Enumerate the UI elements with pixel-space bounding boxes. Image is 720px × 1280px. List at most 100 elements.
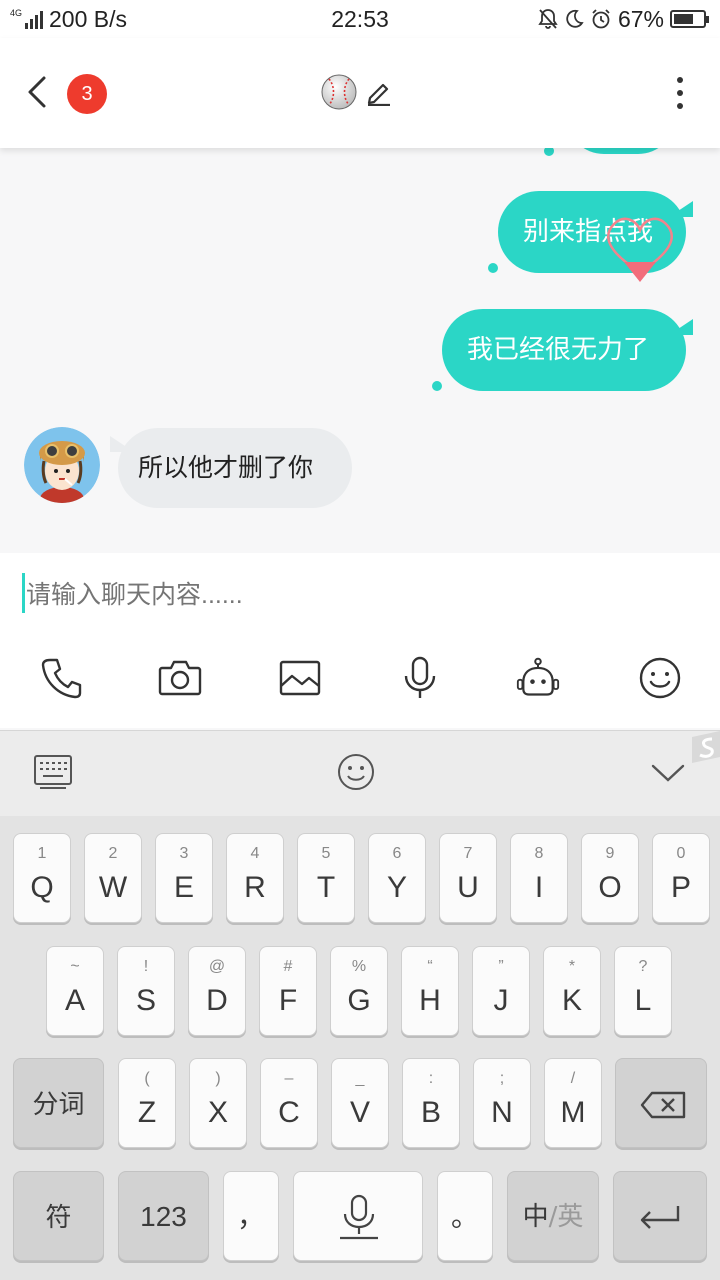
bell-muted-icon [538, 9, 558, 29]
emoji-icon[interactable] [337, 753, 375, 791]
key-secondary-label: 6 [392, 845, 402, 862]
key-secondary-label: 5 [321, 845, 331, 862]
key-secondary-label: ? [638, 958, 648, 975]
key-label: 123 [140, 1201, 187, 1232]
key-o[interactable]: 9O [581, 833, 639, 923]
key-c[interactable]: – C [260, 1058, 318, 1148]
key-label: Z [137, 1096, 157, 1129]
back-icon[interactable] [22, 72, 52, 112]
key-h[interactable]: “H [401, 946, 459, 1036]
key-f[interactable]: # F [259, 946, 317, 1036]
key-x[interactable]: ) X [189, 1058, 247, 1148]
status-bar: 4G 200 B/s 22:53 67% [0, 0, 720, 38]
key-secondary-label: 0 [676, 845, 686, 862]
key-r[interactable]: 4R [226, 833, 284, 923]
key-secondary-label: ~ [70, 958, 80, 975]
key-secondary-label: 8 [534, 845, 544, 862]
camera-icon[interactable] [158, 656, 202, 700]
composer [0, 553, 720, 728]
key-a[interactable]: ~ A [46, 946, 104, 1036]
keyboard-toolbar [0, 730, 720, 816]
key-label: L [634, 984, 652, 1017]
keyboard-icon[interactable] [34, 755, 72, 789]
key-secondary-label: ( [144, 1070, 150, 1087]
edit-icon[interactable] [365, 78, 393, 106]
key-g[interactable]: % G [330, 946, 388, 1036]
symbols-key[interactable]: 符 [13, 1171, 104, 1261]
key-label: U [457, 871, 479, 904]
sent-dot [432, 381, 442, 391]
key-label: X [207, 1096, 228, 1129]
numbers-key[interactable]: 123 [118, 1171, 209, 1261]
message-list[interactable]: 别来指点我 我已经很无力了 所以他才删了你 [0, 148, 720, 553]
key-secondary-label: # [283, 958, 293, 975]
baseball-icon[interactable] [321, 74, 357, 110]
key-secondary-label: @ [208, 958, 226, 975]
key-m[interactable]: / M [544, 1058, 602, 1148]
emoji-icon[interactable] [638, 656, 682, 700]
key-secondary-label: : [428, 1070, 434, 1087]
key-y[interactable]: 6Y [368, 833, 426, 923]
battery-level [674, 14, 693, 24]
key-label: M [560, 1096, 586, 1129]
period-key[interactable]: 。 [437, 1171, 493, 1261]
microphone-icon[interactable] [398, 656, 442, 700]
key-v[interactable]: _ V [331, 1058, 389, 1148]
message-input[interactable] [22, 571, 702, 619]
chat-header: 3 [0, 38, 720, 148]
battery-percent: 67% [617, 5, 664, 32]
key-j[interactable]: ” J [472, 946, 530, 1036]
key-secondary-label: “ [427, 958, 433, 975]
enter-key[interactable] [613, 1171, 707, 1261]
key-label: ， [236, 1201, 265, 1232]
key-s[interactable]: ! S [117, 946, 175, 1036]
message-text: 我已经很无力了 [467, 335, 650, 365]
key-label: C [278, 1096, 300, 1129]
key-label: P [670, 871, 691, 904]
robot-icon[interactable] [516, 656, 560, 700]
language-en: 英 [557, 1202, 584, 1232]
key-t[interactable]: 5T [297, 833, 355, 923]
key-label: 符 [45, 1202, 72, 1232]
key-label: R [244, 871, 266, 904]
sent-dot [488, 263, 498, 273]
microphone-icon [340, 1194, 378, 1240]
more-options-icon[interactable] [670, 74, 690, 114]
key-l[interactable]: ? L [614, 946, 672, 1036]
key-q[interactable]: 1Q [13, 833, 71, 923]
key-k[interactable]: * K [543, 946, 601, 1036]
key-z[interactable]: (Z [118, 1058, 176, 1148]
key-label: 分词 [32, 1089, 85, 1119]
message-bubble-in[interactable]: 所以他才删了你 [110, 428, 352, 508]
moon-icon [566, 9, 584, 28]
comma-key[interactable]: ， [223, 1171, 279, 1261]
key-label: E [173, 871, 194, 904]
segment-key[interactable]: 分词 [13, 1058, 104, 1148]
key-n[interactable]: ; N [473, 1058, 531, 1148]
key-label: V [349, 1096, 370, 1129]
message-bubble-partial [566, 148, 676, 154]
key-b[interactable]: :B [402, 1058, 460, 1148]
phone-icon[interactable] [40, 656, 84, 700]
key-i[interactable]: 8I [510, 833, 568, 923]
language-toggle-key[interactable]: 中/英 [507, 1171, 599, 1261]
voice-input-key[interactable] [293, 1171, 423, 1261]
key-secondary-label: ) [215, 1070, 221, 1087]
message-bubble-out[interactable]: 我已经很无力了 [442, 309, 693, 391]
key-u[interactable]: 7U [439, 833, 497, 923]
backspace-key[interactable] [615, 1058, 707, 1148]
key-d[interactable]: @ D [188, 946, 246, 1036]
key-label: J [493, 984, 509, 1017]
key-label: W [98, 871, 128, 904]
key-p[interactable]: 0P [652, 833, 710, 923]
key-secondary-label: % [351, 958, 367, 975]
key-label: 。 [450, 1201, 479, 1232]
battery-icon [670, 10, 709, 28]
image-icon[interactable] [278, 656, 322, 700]
avatar[interactable] [24, 427, 100, 503]
key-secondary-label: ” [498, 958, 504, 975]
chevron-down-icon[interactable] [650, 761, 686, 785]
key-e[interactable]: 3E [155, 833, 213, 923]
key-secondary-label: ! [143, 958, 149, 975]
key-w[interactable]: 2W [84, 833, 142, 923]
